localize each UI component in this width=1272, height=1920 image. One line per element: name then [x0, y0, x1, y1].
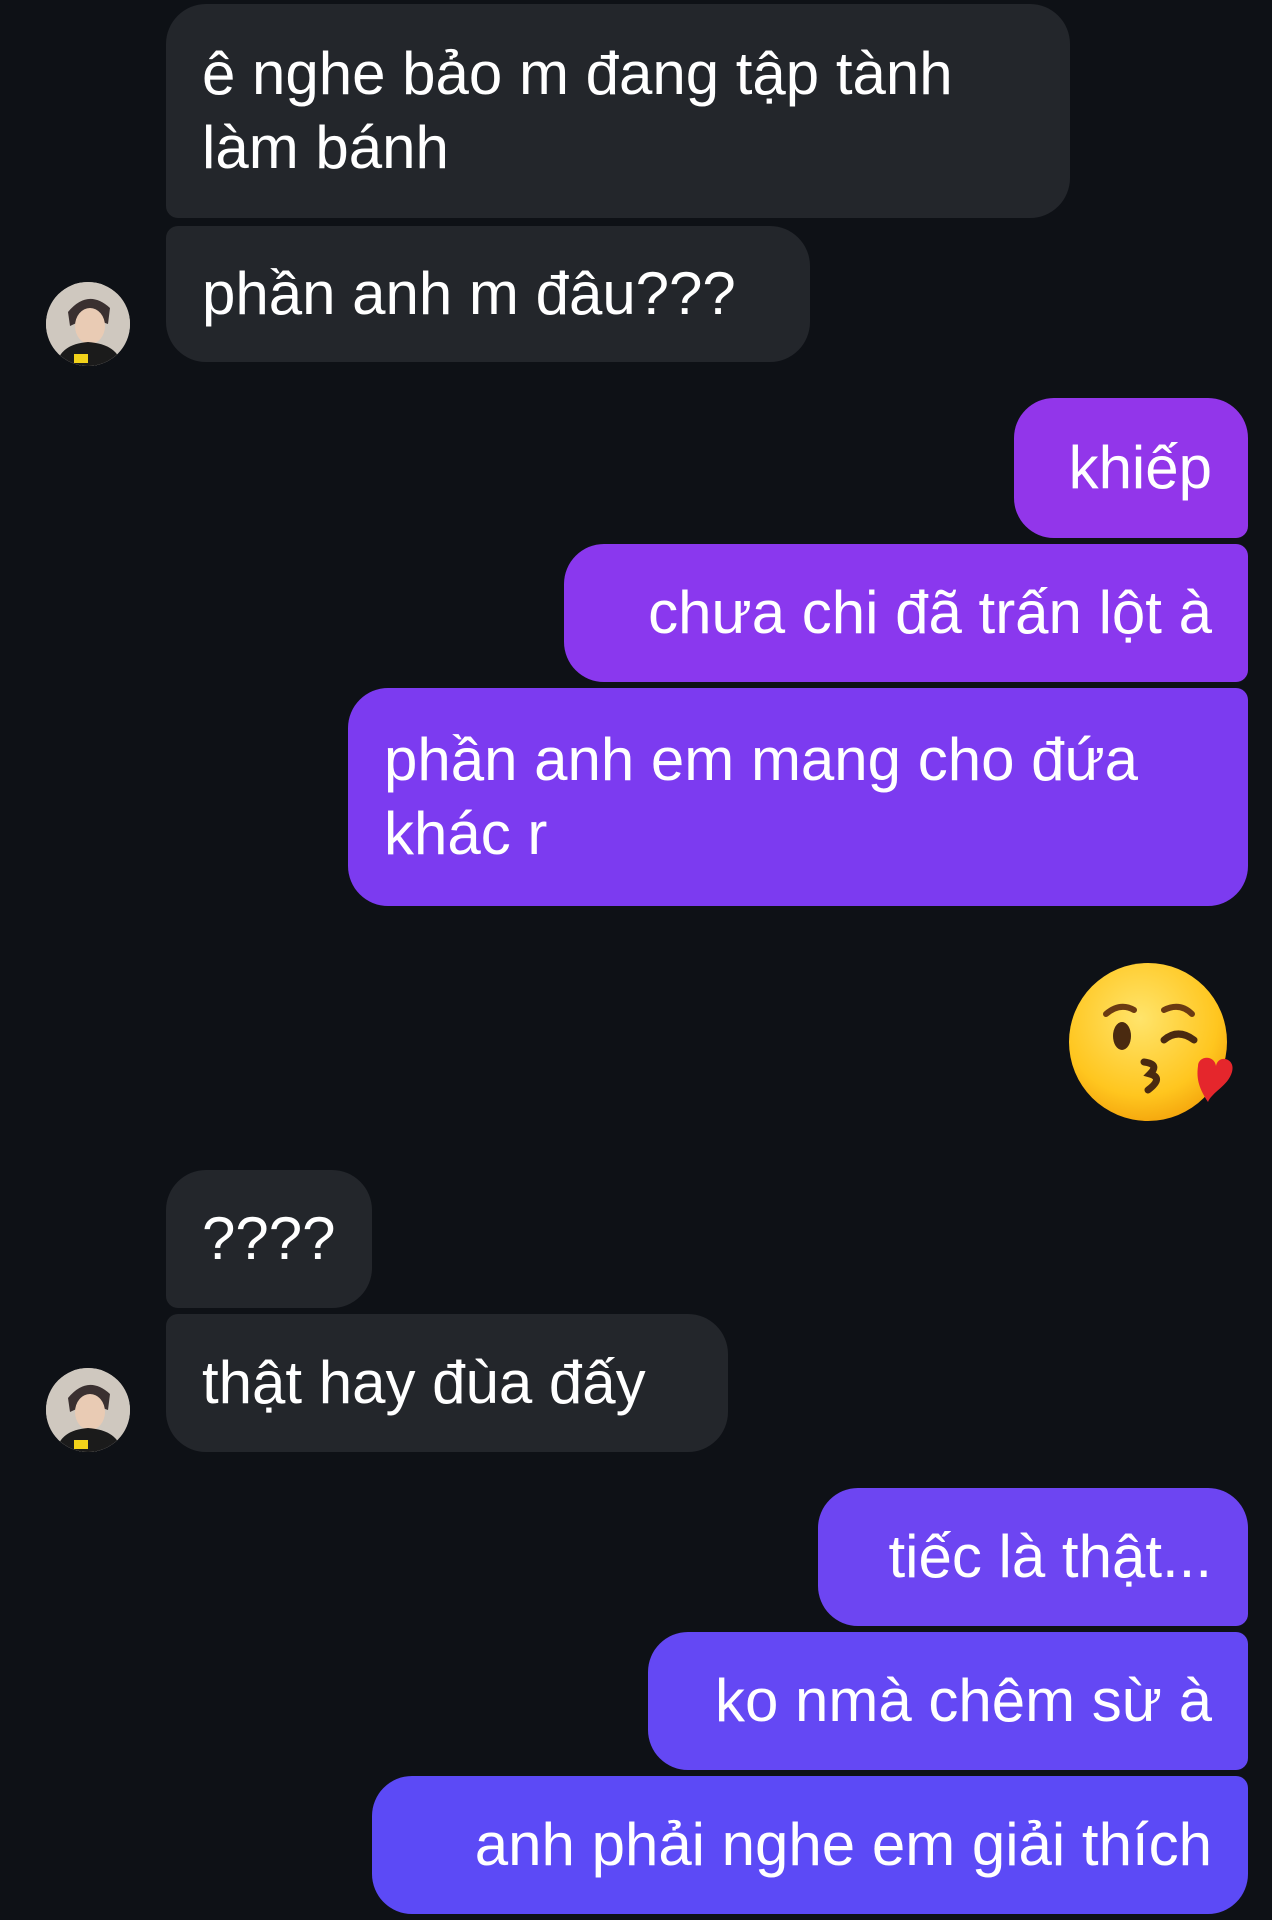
message-text: phần anh em mang cho đứa khác r: [384, 726, 1139, 867]
message-text: ????: [202, 1205, 336, 1272]
message-text: ko nmà chêm sừ à: [714, 1667, 1212, 1734]
contact-avatar[interactable]: [46, 282, 130, 366]
message-bubble-outgoing[interactable]: chưa chi đã trấn lột à: [564, 544, 1248, 682]
message-text: anh phải nghe em giải thích: [474, 1811, 1212, 1878]
message-text: phần anh m đâu???: [202, 260, 736, 327]
message-text: tiếc là thật...: [888, 1523, 1213, 1590]
message-bubble-outgoing[interactable]: phần anh em mang cho đứa khác r: [348, 688, 1248, 906]
message-bubble-incoming[interactable]: ????: [166, 1170, 372, 1308]
message-bubble-incoming[interactable]: ê nghe bảo m đang tập tành làm bánh: [166, 4, 1070, 218]
message-bubble-outgoing[interactable]: anh phải nghe em giải thích: [372, 1776, 1248, 1914]
message-text: chưa chi đã trấn lột à: [648, 579, 1212, 646]
message-bubble-outgoing[interactable]: khiếp: [1014, 398, 1248, 538]
contact-avatar[interactable]: [46, 1368, 130, 1452]
message-bubble-incoming[interactable]: phần anh m đâu???: [166, 226, 810, 362]
message-bubble-incoming[interactable]: thật hay đùa đấy: [166, 1314, 728, 1452]
message-bubble-outgoing[interactable]: tiếc là thật...: [818, 1488, 1248, 1626]
message-text: khiếp: [1068, 434, 1212, 501]
message-text: ê nghe bảo m đang tập tành làm bánh: [202, 40, 953, 181]
message-text: thật hay đùa đấy: [202, 1349, 646, 1416]
kiss-face-emoji[interactable]: [1068, 962, 1238, 1137]
message-bubble-outgoing[interactable]: ko nmà chêm sừ à: [648, 1632, 1248, 1770]
